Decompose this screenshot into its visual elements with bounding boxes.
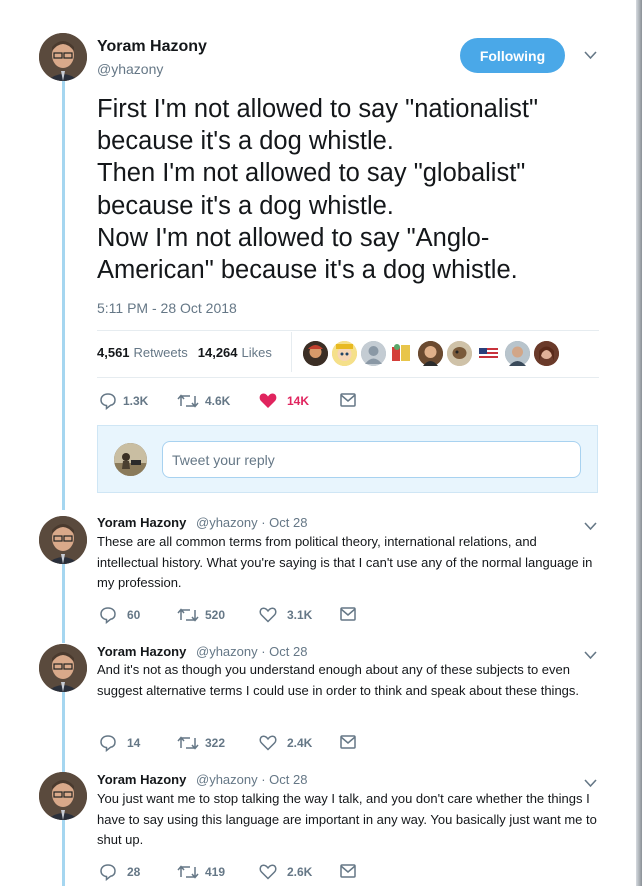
heart-icon xyxy=(259,864,277,880)
reply-meta[interactable]: @yhazony · Oct 28 xyxy=(196,644,307,659)
envelope-icon xyxy=(340,735,356,749)
reply-author-avatar[interactable] xyxy=(39,644,87,692)
reply-text: You just want me to stop talking the way… xyxy=(97,791,597,847)
reply-icon xyxy=(100,393,116,410)
following-button[interactable]: Following xyxy=(460,38,565,73)
reply-action[interactable]: 60 xyxy=(99,606,140,624)
divider xyxy=(97,330,599,331)
thread-line xyxy=(62,563,65,643)
reply-author-avatar[interactable] xyxy=(39,516,87,564)
retweet-action[interactable]: 322 xyxy=(177,734,225,752)
divider xyxy=(291,332,292,372)
author-avatar[interactable] xyxy=(39,33,87,81)
reply-icon xyxy=(100,735,116,752)
liker-avatar[interactable] xyxy=(361,341,386,366)
liker-avatar[interactable] xyxy=(505,341,530,366)
retweets-stat[interactable]: 4,561 Retweets xyxy=(97,345,188,360)
retweet-icon xyxy=(177,394,199,408)
like-action[interactable]: 14K xyxy=(259,392,309,409)
dm-action[interactable] xyxy=(340,864,362,878)
envelope-icon xyxy=(340,864,356,878)
thread-line xyxy=(62,692,65,772)
retweet-icon xyxy=(177,736,199,750)
tweet-text: First I'm not allowed to say "nationalis… xyxy=(97,95,539,285)
envelope-icon xyxy=(340,393,356,407)
reply-action[interactable]: 28 xyxy=(99,863,140,881)
heart-filled-icon xyxy=(259,393,277,408)
reply-text: These are all common terms from politica… xyxy=(97,534,593,590)
thread-line xyxy=(62,80,65,510)
reply-icon xyxy=(100,607,116,624)
thread-line xyxy=(62,820,65,886)
reply-author-name[interactable]: Yoram Hazony xyxy=(97,515,186,530)
liker-avatar[interactable] xyxy=(534,341,559,366)
retweet-action[interactable]: 4.6K xyxy=(177,392,230,410)
envelope-icon xyxy=(340,607,356,621)
liker-avatar[interactable] xyxy=(332,341,357,366)
liker-avatar[interactable] xyxy=(476,341,501,366)
reply-author-name[interactable]: Yoram Hazony xyxy=(97,644,186,659)
reply-author-avatar[interactable] xyxy=(39,772,87,820)
likes-stat[interactable]: 14,264 Likes xyxy=(198,345,272,360)
dm-action[interactable] xyxy=(340,607,362,621)
reply-meta[interactable]: @yhazony · Oct 28 xyxy=(196,772,307,787)
liker-avatar[interactable] xyxy=(389,341,414,366)
liker-avatar[interactable] xyxy=(447,341,472,366)
like-action[interactable]: 2.6K xyxy=(259,863,312,880)
liker-avatar[interactable] xyxy=(418,341,443,366)
heart-icon xyxy=(259,735,277,751)
retweet-icon xyxy=(177,608,199,622)
reply-author-name[interactable]: Yoram Hazony xyxy=(97,772,186,787)
divider xyxy=(97,377,599,378)
liker-avatar[interactable] xyxy=(303,341,328,366)
reply-action[interactable]: 1.3K xyxy=(99,392,148,410)
reply-input[interactable]: Tweet your reply xyxy=(162,441,581,478)
author-handle[interactable]: @yhazony xyxy=(97,61,163,77)
reply-action[interactable]: 14 xyxy=(99,734,140,752)
chevron-down-icon[interactable] xyxy=(584,48,597,63)
reply-meta[interactable]: @yhazony · Oct 28 xyxy=(196,515,307,530)
current-user-avatar xyxy=(114,443,147,476)
retweet-action[interactable]: 419 xyxy=(177,863,225,881)
heart-icon xyxy=(259,607,277,623)
tweet-timestamp[interactable]: 5:11 PM - 28 Oct 2018 xyxy=(97,300,237,316)
window-edge xyxy=(636,0,642,886)
dm-action[interactable] xyxy=(340,735,362,749)
like-action[interactable]: 3.1K xyxy=(259,606,312,623)
like-action[interactable]: 2.4K xyxy=(259,734,312,751)
retweet-action[interactable]: 520 xyxy=(177,606,225,624)
engagement-stats: 4,561 Retweets 14,264 Likes xyxy=(97,345,272,360)
reply-icon xyxy=(100,864,116,881)
dm-action[interactable] xyxy=(340,393,362,407)
retweet-icon xyxy=(177,865,199,879)
reply-text: And it's not as though you understand en… xyxy=(97,662,580,698)
author-name[interactable]: Yoram Hazony xyxy=(97,38,207,56)
